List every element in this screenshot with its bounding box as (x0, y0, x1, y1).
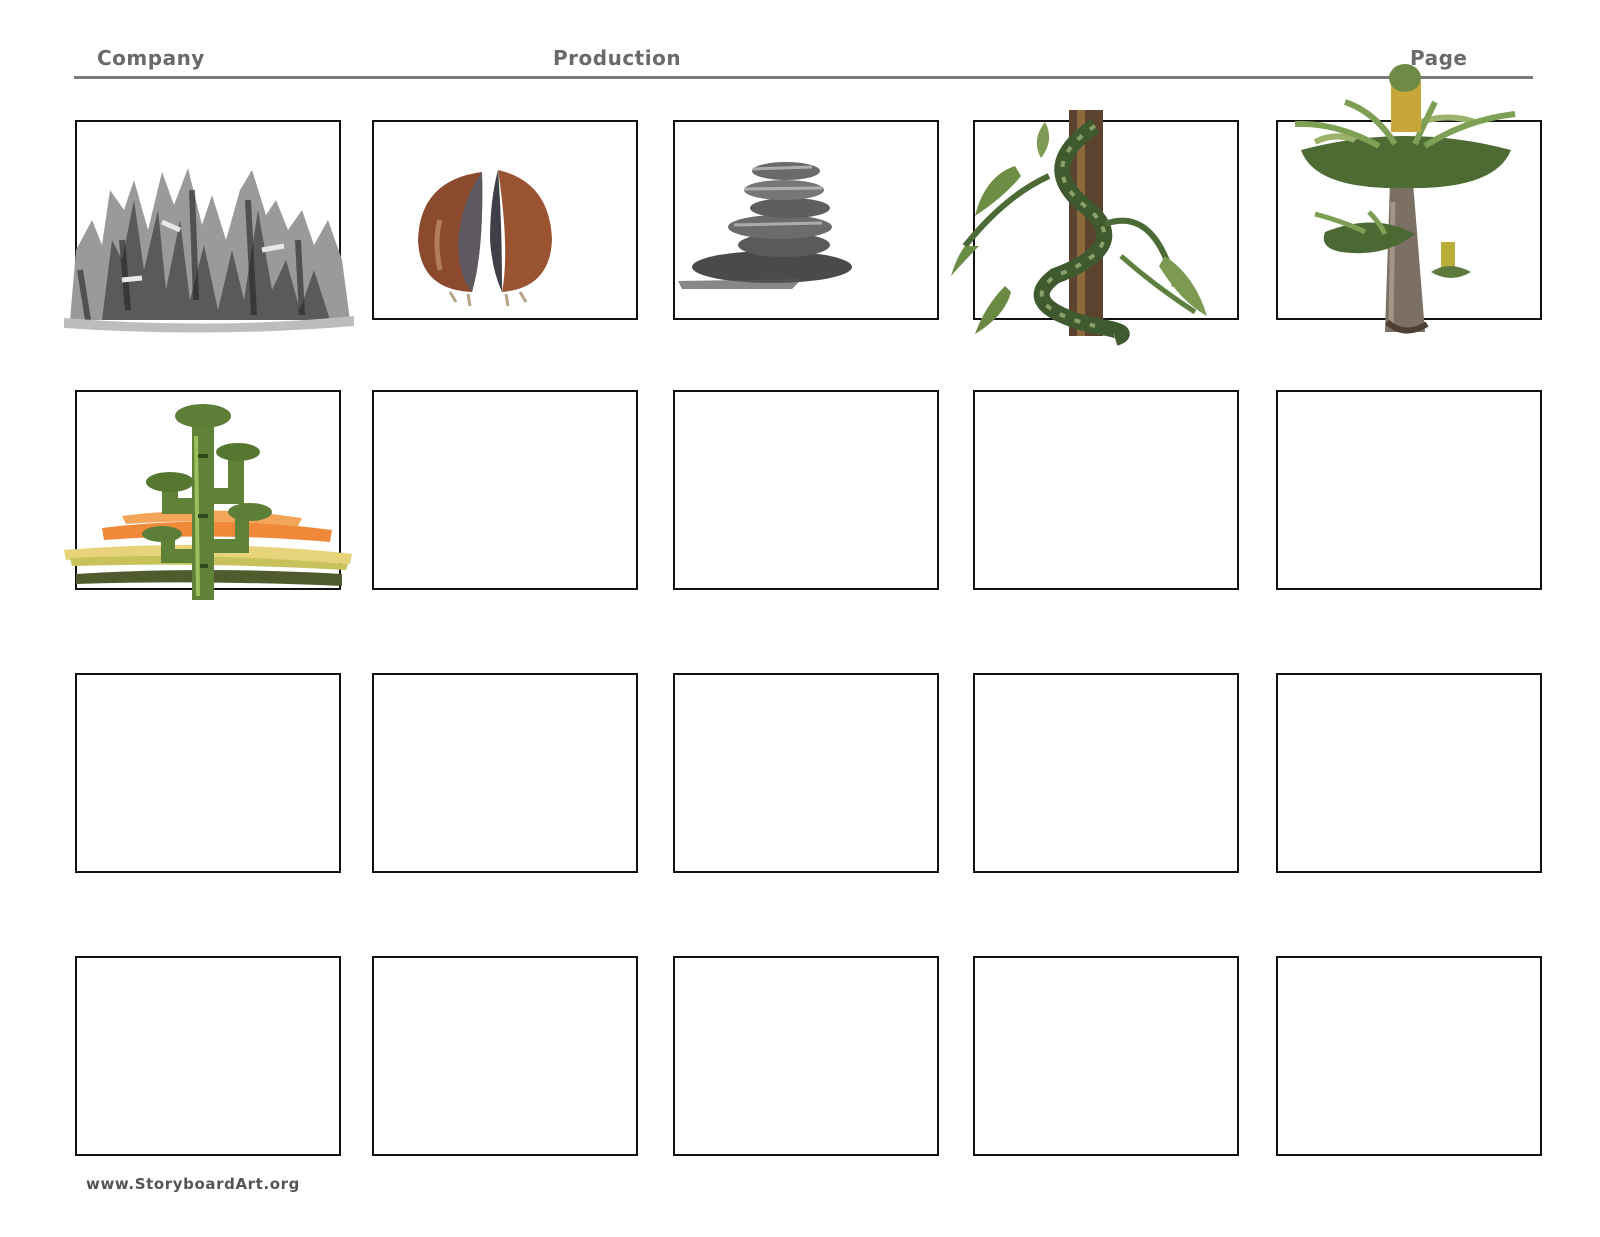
cactus-sunset-icon (64, 404, 352, 600)
production-label: Production (553, 46, 682, 70)
storyboard-panel-17[interactable] (372, 956, 638, 1156)
storyboard-panel-15[interactable] (1276, 673, 1542, 873)
company-label: Company (97, 46, 205, 70)
footer-url: www.StoryboardArt.org (86, 1175, 300, 1193)
storyboard-panel-9[interactable] (973, 390, 1239, 590)
storyboard-panel-19[interactable] (973, 956, 1239, 1156)
storyboard-panel-14[interactable] (973, 673, 1239, 873)
storyboard-panel-18[interactable] (673, 956, 939, 1156)
storyboard-panel-8[interactable] (673, 390, 939, 590)
vine-on-trunk-icon (951, 110, 1207, 346)
storyboard-panel-7[interactable] (372, 390, 638, 590)
storyboard-panel-12[interactable] (372, 673, 638, 873)
mushroom-tree-icon (1294, 64, 1516, 334)
storyboard-panel-13[interactable] (673, 673, 939, 873)
rock-spires-icon (64, 168, 354, 333)
storyboard-panel-20[interactable] (1276, 956, 1542, 1156)
stacked-stones-icon (678, 162, 852, 289)
storyboard-panel-10[interactable] (1276, 390, 1542, 590)
storyboard-panel-11[interactable] (75, 673, 341, 873)
storyboard-panel-16[interactable] (75, 956, 341, 1156)
split-seed-icon (418, 170, 552, 307)
